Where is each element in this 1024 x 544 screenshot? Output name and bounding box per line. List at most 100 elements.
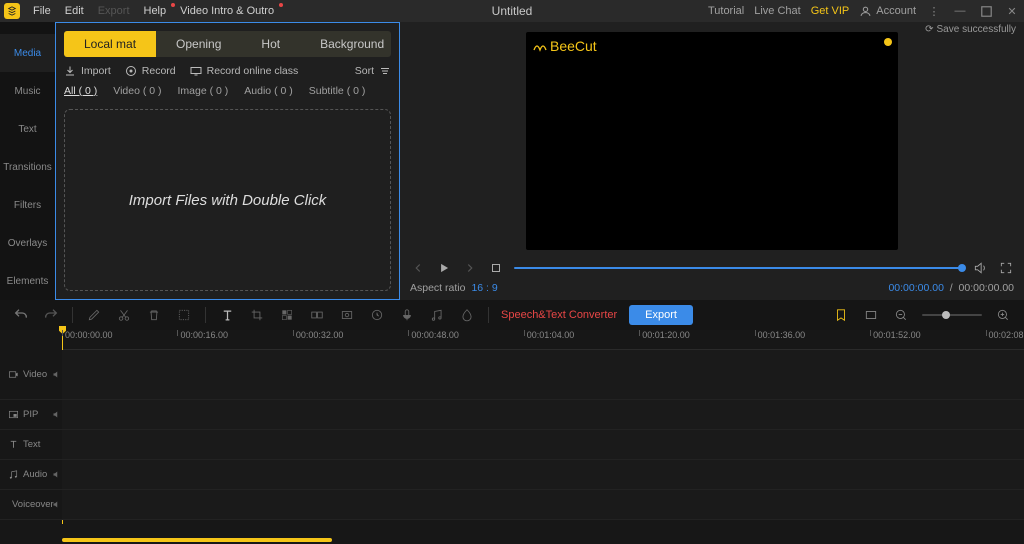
crop-button[interactable] [248,306,266,324]
more-icon[interactable]: ⋮ [926,3,942,19]
tab-background[interactable]: Background [300,31,391,57]
zoom-tool-button[interactable] [308,306,326,324]
media-tabs: Local mat Opening Hot Background [64,31,391,57]
tick: 00:00:32.00 [293,330,344,336]
link-tutorial[interactable]: Tutorial [708,5,744,17]
filter-video[interactable]: Video ( 0 ) [113,85,161,97]
zoom-slider[interactable] [922,314,982,316]
menubar: File Edit Export Help Video Intro & Outr… [0,0,1024,22]
mute-video[interactable] [50,350,62,399]
tick: 00:01:52.00 [870,330,921,336]
record-button[interactable]: Record [125,65,176,77]
aspect-label: Aspect ratio [410,282,465,294]
freeze-button[interactable] [338,306,356,324]
edit-button[interactable] [85,306,103,324]
track-text: Text [0,430,1024,460]
sidebar-item-text[interactable]: Text [0,110,55,148]
preview-viewport[interactable]: BeeCut [526,32,898,250]
indicator-dot [884,38,892,46]
delete-button[interactable] [145,306,163,324]
zoom-out-button[interactable] [892,306,910,324]
timeline-scrollbar[interactable] [0,536,1024,544]
mute-voiceover[interactable] [50,490,62,519]
track-body[interactable] [62,490,1024,519]
filter-audio[interactable]: Audio ( 0 ) [244,85,292,97]
select-all-button[interactable] [175,306,193,324]
sidebar-item-media[interactable]: Media [0,34,55,72]
color-button[interactable] [458,306,476,324]
marker-button[interactable] [832,306,850,324]
tab-hot[interactable]: Hot [241,31,300,57]
mosaic-button[interactable] [278,306,296,324]
menu-help[interactable]: Help [137,5,174,17]
time-total: 00:00:00.00 [959,282,1014,294]
tick: 00:02:08.00 [986,330,1024,336]
zoom-knob[interactable] [942,311,950,319]
link-live-chat[interactable]: Live Chat [754,5,800,17]
save-status: ⟳Save successfully [925,24,1016,35]
link-get-vip[interactable]: Get VIP [811,5,850,17]
zoom-in-button[interactable] [994,306,1012,324]
record-online-button[interactable]: Record online class [190,65,299,77]
track-audio: Audio [0,460,1024,490]
minimize-icon[interactable]: — [952,3,968,19]
sidebar-item-music[interactable]: Music [0,72,55,110]
toolbar: Speech&Text Converter Export [0,300,1024,330]
tab-opening[interactable]: Opening [156,31,241,57]
filter-image[interactable]: Image ( 0 ) [178,85,229,97]
tick: 00:00:48.00 [408,330,459,336]
tick: 00:01:20.00 [639,330,690,336]
volume-button[interactable] [972,260,988,276]
track-body[interactable] [62,350,1024,399]
menu-intro-outro[interactable]: Video Intro & Outro [173,5,281,17]
track-body[interactable] [62,430,1024,459]
next-frame-button[interactable] [462,260,478,276]
stop-button[interactable] [488,260,504,276]
timeline-ruler[interactable]: 00:00:00.00 00:00:16.00 00:00:32.00 00:0… [62,330,1024,350]
undo-button[interactable] [12,306,30,324]
import-dropzone[interactable]: Import Files with Double Click [64,109,391,291]
timeline: 00:00:00.00 00:00:16.00 00:00:32.00 00:0… [0,330,1024,544]
redo-button[interactable] [42,306,60,324]
app-logo [4,3,20,19]
filter-subtitle[interactable]: Subtitle ( 0 ) [309,85,366,97]
window-title: Untitled [492,4,533,18]
export-button[interactable]: Export [629,305,693,325]
seek-bar[interactable] [514,267,962,269]
text-button[interactable] [218,306,236,324]
duration-button[interactable] [368,306,386,324]
menu-export: Export [91,5,137,17]
sidebar-item-filters[interactable]: Filters [0,186,55,224]
preview-panel: BeeCut Aspect ratio16 : 9 00:00:00.00 / … [400,22,1024,300]
sidebar-item-overlays[interactable]: Overlays [0,224,55,262]
mute-pip[interactable] [50,400,62,429]
account-menu[interactable]: Account [859,5,916,18]
tick: 00:00:16.00 [177,330,228,336]
split-button[interactable] [115,306,133,324]
track-pip: PIP [0,400,1024,430]
prev-frame-button[interactable] [410,260,426,276]
seek-knob[interactable] [958,264,966,272]
speech-text-converter[interactable]: Speech&Text Converter [501,309,617,321]
tab-local-material[interactable]: Local mat [64,31,156,57]
watermark: BeeCut [532,38,597,54]
mute-audio[interactable] [50,460,62,489]
voiceover-tool-button[interactable] [398,306,416,324]
sidebar-item-transitions[interactable]: Transitions [0,148,55,186]
audio-tool-button[interactable] [428,306,446,324]
import-button[interactable]: Import [64,65,111,77]
close-icon[interactable]: ✕ [1004,3,1020,19]
play-button[interactable] [436,260,452,276]
sort-button[interactable]: Sort [355,65,391,77]
track-body[interactable] [62,460,1024,489]
sidebar-item-elements[interactable]: Elements [0,262,55,300]
fit-button[interactable] [862,306,880,324]
sidebar: Media Music Text Transitions Filters Ove… [0,22,55,300]
fullscreen-button[interactable] [998,260,1014,276]
maximize-icon[interactable] [978,3,994,19]
filter-all[interactable]: All ( 0 ) [64,85,97,97]
menu-file[interactable]: File [26,5,58,17]
menu-edit[interactable]: Edit [58,5,91,17]
aspect-value[interactable]: 16 : 9 [471,282,497,294]
track-body[interactable] [62,400,1024,429]
